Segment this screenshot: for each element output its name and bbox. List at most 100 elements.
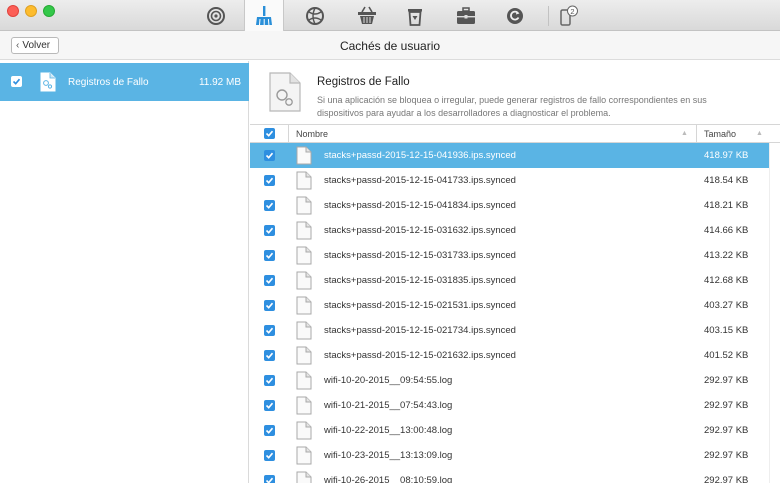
checkmark-icon [265,202,274,209]
select-all-checkbox[interactable] [264,128,275,139]
toolbar: 2 [0,0,780,32]
tool-toolbox[interactable] [446,0,486,31]
table-row[interactable]: stacks+passd-2015-12-15-041733.ips.synce… [250,168,780,193]
table-row[interactable]: stacks+passd-2015-12-15-031835.ips.synce… [250,268,780,293]
file-name: stacks+passd-2015-12-15-041733.ips.synce… [324,175,516,186]
table-row[interactable]: stacks+passd-2015-12-15-021734.ips.synce… [250,318,780,343]
document-icon [296,221,312,245]
checkmark-icon [265,402,274,409]
file-name: stacks+passd-2015-12-15-031733.ips.synce… [324,250,516,261]
file-size: 418.54 KB [704,175,749,186]
document-icon [296,321,312,345]
file-name: wifi-10-22-2015__13:00:48.log [324,425,453,436]
row-checkbox[interactable] [264,325,275,336]
checkmark-icon [265,130,274,137]
file-size: 412.68 KB [704,275,749,286]
file-name: stacks+passd-2015-12-15-041936.ips.synce… [324,150,516,161]
column-header-size[interactable]: Tamaño [704,129,736,139]
sidebar: Registros de Fallo 11.92 MB [0,61,249,483]
file-size: 292.97 KB [704,450,749,461]
window-minimize-button[interactable] [25,5,37,17]
sort-arrow-icon[interactable]: ▲ [681,130,688,137]
row-checkbox[interactable] [264,175,275,186]
row-checkbox[interactable] [264,450,275,461]
sort-arrow-icon[interactable]: ▲ [756,130,763,137]
row-checkbox[interactable] [264,425,275,436]
table-row[interactable]: stacks+passd-2015-12-15-031632.ips.synce… [250,218,780,243]
file-name: wifi-10-23-2015__13:13:09.log [324,450,453,461]
table-row[interactable]: wifi-10-26-2015__08:10:59.log 292.97 KB [250,468,780,483]
restore-icon [507,7,523,24]
tool-restore[interactable] [495,0,535,31]
table-row[interactable]: stacks+passd-2015-12-15-021531.ips.synce… [250,293,780,318]
row-checkbox[interactable] [264,200,275,211]
table-row[interactable]: wifi-10-23-2015__13:13:09.log 292.97 KB [250,443,780,468]
file-name: stacks+passd-2015-12-15-021531.ips.synce… [324,300,516,311]
tool-airdrop[interactable] [196,0,236,31]
page-title: Cachés de usuario [339,39,441,53]
device-badge: 2 [570,6,574,15]
row-checkbox[interactable] [264,400,275,411]
document-icon [296,446,312,470]
column-header-name[interactable]: Nombre [296,129,328,139]
table-row[interactable]: stacks+passd-2015-12-15-021632.ips.synce… [250,343,780,368]
window-close-button[interactable] [7,5,19,17]
sidebar-item-checkbox[interactable] [11,76,22,87]
tool-web[interactable] [295,0,335,31]
table-row[interactable]: stacks+passd-2015-12-15-041936.ips.synce… [250,143,780,168]
window-zoom-button[interactable] [43,5,55,17]
category-title: Registros de Fallo [317,76,410,88]
row-checkbox[interactable] [264,225,275,236]
file-size: 418.97 KB [704,150,749,161]
tool-clean[interactable] [244,0,284,32]
file-name: stacks+passd-2015-12-15-021734.ips.synce… [324,325,516,336]
crash-log-file-icon [40,72,56,97]
document-icon [296,146,312,170]
file-name: stacks+passd-2015-12-15-031632.ips.synce… [324,225,516,236]
checkmark-icon [265,177,274,184]
tool-basket[interactable] [347,0,387,31]
document-icon [296,346,312,370]
airdrop-icon [207,6,225,25]
table-row[interactable]: wifi-10-21-2015__07:54:43.log 292.97 KB [250,393,780,418]
table-row[interactable]: wifi-10-20-2015__09:54:55.log 292.97 KB [250,368,780,393]
checkmark-icon [265,227,274,234]
tool-device[interactable]: 2 [548,0,588,31]
checkmark-icon [12,78,21,85]
document-icon [296,371,312,395]
table-row[interactable]: wifi-10-22-2015__13:00:48.log 292.97 KB [250,418,780,443]
document-icon [296,296,312,320]
file-name: wifi-10-26-2015__08:10:59.log [324,475,453,483]
row-checkbox[interactable] [264,475,275,483]
trash-icon [408,8,422,26]
checkmark-icon [265,152,274,159]
row-checkbox[interactable] [264,150,275,161]
file-size: 292.97 KB [704,425,749,436]
file-size: 403.15 KB [704,325,749,336]
file-name: wifi-10-21-2015__07:54:43.log [324,400,453,411]
globe-icon [306,6,324,25]
sidebar-item-crash-logs[interactable]: Registros de Fallo 11.92 MB [0,63,249,101]
table-row[interactable]: stacks+passd-2015-12-15-031733.ips.synce… [250,243,780,268]
row-checkbox[interactable] [264,300,275,311]
file-size: 413.22 KB [704,250,749,261]
checkmark-icon [265,452,274,459]
list-scrollbar-track[interactable] [769,143,780,483]
file-size: 414.66 KB [704,225,749,236]
file-list: stacks+passd-2015-12-15-041936.ips.synce… [250,143,780,483]
checkmark-icon [265,477,274,483]
row-checkbox[interactable] [264,375,275,386]
row-checkbox[interactable] [264,275,275,286]
file-size: 401.52 KB [704,350,749,361]
tool-trash[interactable] [395,0,435,31]
table-row[interactable]: stacks+passd-2015-12-15-041834.ips.synce… [250,193,780,218]
sidebar-item-size: 11.92 MB [198,77,241,88]
document-icon [296,471,312,483]
row-checkbox[interactable] [264,350,275,361]
checkmark-icon [265,377,274,384]
row-checkbox[interactable] [264,250,275,261]
column-divider [288,125,289,143]
checkmark-icon [265,277,274,284]
crash-log-large-icon [268,71,302,118]
nav-header: ‹ Volver Cachés de usuario [0,31,780,60]
